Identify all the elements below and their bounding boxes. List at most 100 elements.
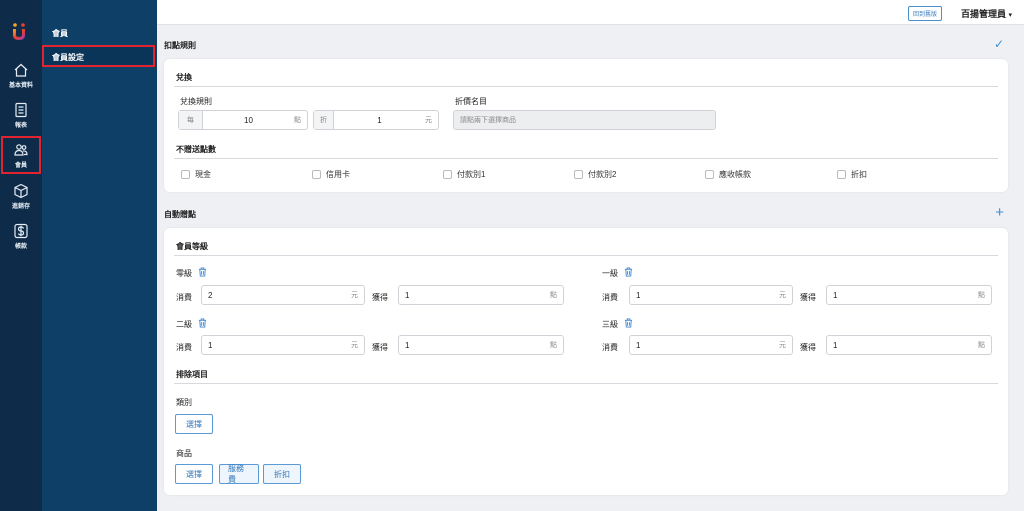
level-0-label: 零級 xyxy=(176,267,207,279)
level-1-gain-input[interactable]: 1 點 xyxy=(826,285,992,305)
product-tag-service-fee[interactable]: 服務費 xyxy=(219,464,259,484)
level-0-spend-value: 2 xyxy=(208,290,213,300)
point-suffix: 點 xyxy=(978,292,985,299)
divider xyxy=(174,86,998,87)
checkbox-receivable[interactable]: 應收帳款 xyxy=(705,169,751,180)
auto-points-card: 會員等級 零級 消費 2 元 獲得 1 點 一級 消費 1 元 獲得 1 點 二… xyxy=(164,228,1008,495)
section-title-auto-points: 自動贈點 xyxy=(164,210,196,219)
caret-down-icon: ▾ xyxy=(1008,12,1012,19)
trash-icon[interactable] xyxy=(624,267,633,277)
per-prefix: 每 xyxy=(179,111,203,129)
level-3-spend-input[interactable]: 1 元 xyxy=(629,335,793,355)
home-icon xyxy=(14,63,28,77)
level-1-spend-value: 1 xyxy=(636,290,641,300)
checkbox-label: 付款別1 xyxy=(457,170,486,179)
rail-item-reports[interactable]: 報表 xyxy=(0,97,42,133)
trash-icon[interactable] xyxy=(198,267,207,277)
checkbox-box[interactable] xyxy=(312,170,321,179)
level-2-label: 二級 xyxy=(176,318,207,330)
checkbox-label: 折扣 xyxy=(851,170,867,179)
exchange-title: 兌換 xyxy=(176,73,192,82)
level-3-label: 三級 xyxy=(602,318,633,330)
submenu-title: 會員 xyxy=(52,29,68,38)
divider xyxy=(174,158,998,159)
checkbox-box[interactable] xyxy=(574,170,583,179)
level-2-gain-input[interactable]: 1 點 xyxy=(398,335,564,355)
level-2-spend-input[interactable]: 1 元 xyxy=(201,335,365,355)
level-2-spend-value: 1 xyxy=(208,340,213,350)
section-title-deduct-rule: 扣點規則 xyxy=(164,41,196,50)
level-1-spend-input[interactable]: 1 元 xyxy=(629,285,793,305)
discount-item-placeholder: 請點兩下選擇商品 xyxy=(460,117,516,124)
submenu-item-member-settings[interactable]: 會員設定 xyxy=(42,45,155,67)
report-icon xyxy=(15,102,27,117)
spend-label: 消費 xyxy=(602,293,618,302)
top-bar: 回到舊版 百揚管理員 ▾ xyxy=(157,0,1024,25)
rail-item-label: 會員 xyxy=(14,162,27,169)
add-icon[interactable]: + xyxy=(995,204,1004,221)
checkbox-payment-1[interactable]: 付款別1 xyxy=(443,169,485,180)
rail-item-inventory[interactable]: 進銷存 xyxy=(0,178,42,214)
checkbox-payment-2[interactable]: 付款別2 xyxy=(574,169,616,180)
checkbox-box[interactable] xyxy=(837,170,846,179)
level-3-gain-input[interactable]: 1 點 xyxy=(826,335,992,355)
level-0-gain-input[interactable]: 1 點 xyxy=(398,285,564,305)
checkbox-cash[interactable]: 現金 xyxy=(181,169,211,180)
save-check-icon[interactable]: ✓ xyxy=(994,37,1004,51)
level-1-gain-value: 1 xyxy=(833,290,838,300)
checkbox-label: 信用卡 xyxy=(326,170,350,179)
level-name: 三級 xyxy=(602,320,618,329)
yuan-suffix: 元 xyxy=(779,342,786,349)
deduct-rule-card: 兌換 兌換規則 每 10 點 折 1 元 折價名目 請點兩下選擇商品 不贈送點數… xyxy=(164,59,1008,192)
trash-icon[interactable] xyxy=(198,318,207,328)
rail-item-members[interactable]: 會員 xyxy=(1,136,41,174)
level-3-spend-value: 1 xyxy=(636,340,641,350)
rail-item-basic-data[interactable]: 基本資料 xyxy=(0,57,42,93)
level-1-label: 一級 xyxy=(602,267,633,279)
checkbox-label: 付款別2 xyxy=(588,170,617,179)
rail-item-accounts[interactable]: 帳款 xyxy=(0,218,42,254)
level-2-gain-value: 1 xyxy=(405,340,410,350)
exchange-rule-label: 兌換規則 xyxy=(180,97,212,106)
per-points-input[interactable]: 每 10 點 xyxy=(178,110,308,130)
trash-icon[interactable] xyxy=(624,318,633,328)
per-points-value: 10 xyxy=(244,115,253,125)
point-suffix: 點 xyxy=(550,292,557,299)
gain-label: 獲得 xyxy=(800,343,816,352)
checkbox-box[interactable] xyxy=(705,170,714,179)
checkbox-box[interactable] xyxy=(443,170,452,179)
level-name: 零級 xyxy=(176,269,192,278)
product-select-button[interactable]: 選擇 xyxy=(175,464,213,484)
checkbox-credit-card[interactable]: 信用卡 xyxy=(312,169,350,180)
divider xyxy=(174,255,998,256)
discount-amount-input[interactable]: 折 1 元 xyxy=(313,110,439,130)
spend-label: 消費 xyxy=(602,343,618,352)
rail-item-label: 進銷存 xyxy=(11,203,30,210)
level-name: 一級 xyxy=(602,269,618,278)
discount-item-field[interactable]: 請點兩下選擇商品 xyxy=(453,110,716,130)
rail-item-label: 基本資料 xyxy=(8,82,33,89)
spend-label: 消費 xyxy=(176,293,192,302)
product-label: 商品 xyxy=(176,449,192,458)
category-label: 類別 xyxy=(176,398,192,407)
yuan-suffix: 元 xyxy=(779,292,786,299)
level-0-spend-input[interactable]: 2 元 xyxy=(201,285,365,305)
checkbox-box[interactable] xyxy=(181,170,190,179)
gain-label: 獲得 xyxy=(372,293,388,302)
spend-label: 消費 xyxy=(176,343,192,352)
gain-label: 獲得 xyxy=(372,343,388,352)
rail-item-label: 帳款 xyxy=(14,243,27,250)
product-tag-discount[interactable]: 折扣 xyxy=(263,464,301,484)
user-menu[interactable]: 百揚管理員 ▾ xyxy=(961,7,1012,20)
no-points-title: 不贈送點數 xyxy=(176,145,216,154)
point-suffix: 點 xyxy=(978,342,985,349)
checkbox-discount[interactable]: 折扣 xyxy=(837,169,867,180)
yuan-suffix: 元 xyxy=(351,342,358,349)
back-to-old-version-link[interactable]: 回到舊版 xyxy=(907,6,942,21)
members-icon xyxy=(14,143,28,156)
exclude-title: 排除項目 xyxy=(176,370,208,379)
divider xyxy=(174,383,998,384)
box-icon xyxy=(14,183,28,198)
category-select-button[interactable]: 選擇 xyxy=(175,414,213,434)
yuan-suffix: 元 xyxy=(351,292,358,299)
